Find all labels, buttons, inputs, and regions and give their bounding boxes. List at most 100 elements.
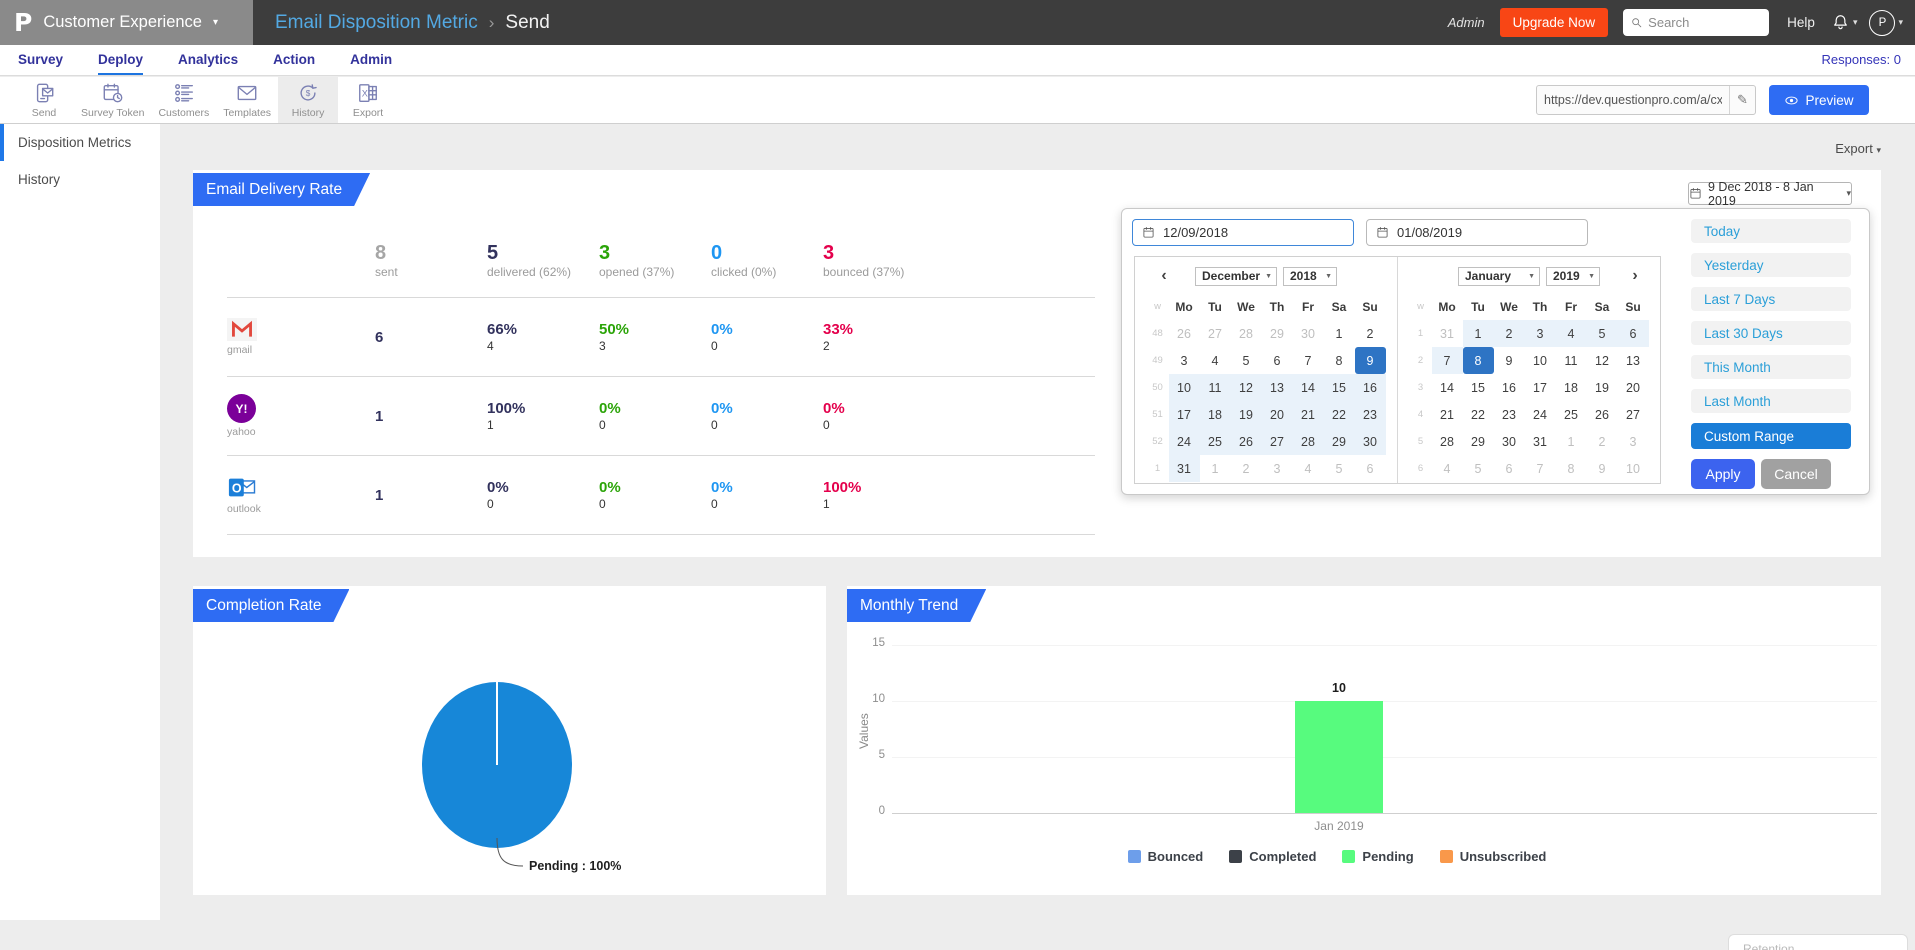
apply-button[interactable]: Apply xyxy=(1691,459,1755,489)
calendar-day[interactable]: 8 xyxy=(1463,347,1494,374)
upgrade-now-button[interactable]: Upgrade Now xyxy=(1500,8,1609,37)
calendar-day[interactable]: 4 xyxy=(1293,455,1324,482)
cancel-button[interactable]: Cancel xyxy=(1761,459,1831,489)
month-select[interactable]: December▼ xyxy=(1195,267,1277,286)
toolbar-item-history[interactable]: $History xyxy=(278,77,338,123)
calendar-day[interactable]: 31 xyxy=(1169,455,1200,482)
export-dropdown[interactable]: Export ▾ xyxy=(1835,141,1881,156)
preset-last-month[interactable]: Last Month xyxy=(1691,389,1851,413)
calendar-day[interactable]: 12 xyxy=(1587,347,1618,374)
bar-pending[interactable] xyxy=(1295,701,1383,813)
calendar-day[interactable]: 26 xyxy=(1169,320,1200,347)
calendar-day[interactable]: 10 xyxy=(1618,455,1649,482)
calendar-day[interactable]: 27 xyxy=(1200,320,1231,347)
calendar-day[interactable]: 2 xyxy=(1231,455,1262,482)
calendar-day[interactable]: 22 xyxy=(1324,401,1355,428)
calendar-day[interactable]: 16 xyxy=(1355,374,1386,401)
nav-tab-analytics[interactable]: Analytics xyxy=(178,45,238,75)
calendar-day[interactable]: 3 xyxy=(1525,320,1556,347)
calendar-day[interactable]: 3 xyxy=(1618,428,1649,455)
calendar-day[interactable]: 24 xyxy=(1169,428,1200,455)
calendar-day[interactable]: 19 xyxy=(1587,374,1618,401)
calendar-day[interactable]: 31 xyxy=(1525,428,1556,455)
calendar-day[interactable]: 27 xyxy=(1618,401,1649,428)
legend-item-bounced[interactable]: Bounced xyxy=(1128,849,1204,864)
month-select[interactable]: January▼ xyxy=(1458,267,1540,286)
admin-label[interactable]: Admin xyxy=(1448,15,1485,30)
calendar-day[interactable]: 30 xyxy=(1355,428,1386,455)
calendar-day[interactable]: 10 xyxy=(1169,374,1200,401)
calendar-day[interactable]: 25 xyxy=(1556,401,1587,428)
toolbar-item-survey-token[interactable]: Survey Token xyxy=(74,77,151,123)
help-link[interactable]: Help xyxy=(1787,15,1815,30)
survey-url-field[interactable]: ✎ xyxy=(1536,85,1756,115)
calendar-day[interactable]: 11 xyxy=(1200,374,1231,401)
calendar-day[interactable]: 28 xyxy=(1293,428,1324,455)
calendar-day[interactable]: 28 xyxy=(1432,428,1463,455)
calendar-day[interactable]: 23 xyxy=(1355,401,1386,428)
calendar-day[interactable]: 22 xyxy=(1463,401,1494,428)
toolbar-item-export[interactable]: XExport xyxy=(338,77,398,123)
calendar-day[interactable]: 12 xyxy=(1231,374,1262,401)
calendar-day[interactable]: 28 xyxy=(1231,320,1262,347)
calendar-day[interactable]: 5 xyxy=(1463,455,1494,482)
search-input[interactable] xyxy=(1648,15,1762,30)
calendar-day[interactable]: 5 xyxy=(1324,455,1355,482)
legend-item-completed[interactable]: Completed xyxy=(1229,849,1316,864)
calendar-day[interactable]: 26 xyxy=(1231,428,1262,455)
calendar-day[interactable]: 8 xyxy=(1556,455,1587,482)
calendar-day[interactable]: 29 xyxy=(1463,428,1494,455)
calendar-day[interactable]: 6 xyxy=(1618,320,1649,347)
calendar-day[interactable]: 8 xyxy=(1324,347,1355,374)
start-date-input[interactable] xyxy=(1163,225,1344,240)
calendar-day[interactable]: 29 xyxy=(1262,320,1293,347)
end-date-input[interactable] xyxy=(1397,225,1578,240)
calendar-day[interactable]: 20 xyxy=(1262,401,1293,428)
preset-yesterday[interactable]: Yesterday xyxy=(1691,253,1851,277)
calendar-day[interactable]: 15 xyxy=(1324,374,1355,401)
sidebar-item-history[interactable]: History xyxy=(0,161,160,198)
calendar-day[interactable]: 10 xyxy=(1525,347,1556,374)
workspace-switcher[interactable]: P Customer Experience ▾ xyxy=(0,0,253,45)
calendar-day[interactable]: 3 xyxy=(1262,455,1293,482)
calendar-day[interactable]: 18 xyxy=(1200,401,1231,428)
calendar-day[interactable]: 4 xyxy=(1556,320,1587,347)
calendar-day[interactable]: 5 xyxy=(1231,347,1262,374)
calendar-day[interactable]: 1 xyxy=(1324,320,1355,347)
calendar-day[interactable]: 17 xyxy=(1525,374,1556,401)
calendar-day[interactable]: 14 xyxy=(1293,374,1324,401)
preset-this-month[interactable]: This Month xyxy=(1691,355,1851,379)
calendar-day[interactable]: 7 xyxy=(1293,347,1324,374)
year-select[interactable]: 2018▼ xyxy=(1283,267,1337,286)
start-date-field[interactable] xyxy=(1132,219,1354,246)
nav-tab-deploy[interactable]: Deploy xyxy=(98,45,143,75)
calendar-day[interactable]: 3 xyxy=(1169,347,1200,374)
calendar-day[interactable]: 1 xyxy=(1556,428,1587,455)
calendar-day[interactable]: 17 xyxy=(1169,401,1200,428)
calendar-day[interactable]: 9 xyxy=(1355,347,1386,374)
calendar-day[interactable]: 13 xyxy=(1618,347,1649,374)
sidebar-item-disposition-metrics[interactable]: Disposition Metrics xyxy=(0,124,160,161)
calendar-day[interactable]: 6 xyxy=(1494,455,1525,482)
calendar-day[interactable]: 14 xyxy=(1432,374,1463,401)
calendar-day[interactable]: 1 xyxy=(1463,320,1494,347)
preset-custom-range[interactable]: Custom Range xyxy=(1691,423,1851,449)
calendar-day[interactable]: 19 xyxy=(1231,401,1262,428)
prev-month-button[interactable]: ‹ xyxy=(1155,267,1173,285)
calendar-day[interactable]: 23 xyxy=(1494,401,1525,428)
legend-item-pending[interactable]: Pending xyxy=(1342,849,1413,864)
calendar-day[interactable]: 2 xyxy=(1587,428,1618,455)
calendar-day[interactable]: 7 xyxy=(1432,347,1463,374)
calendar-day[interactable]: 1 xyxy=(1200,455,1231,482)
calendar-day[interactable]: 30 xyxy=(1293,320,1324,347)
calendar-day[interactable]: 6 xyxy=(1355,455,1386,482)
preset-today[interactable]: Today xyxy=(1691,219,1851,243)
calendar-day[interactable]: 21 xyxy=(1432,401,1463,428)
search-box[interactable] xyxy=(1623,9,1769,36)
preset-last-30-days[interactable]: Last 30 Days xyxy=(1691,321,1851,345)
calendar-day[interactable]: 26 xyxy=(1587,401,1618,428)
calendar-day[interactable]: 7 xyxy=(1525,455,1556,482)
toolbar-item-customers[interactable]: Customers xyxy=(151,77,216,123)
calendar-day[interactable]: 30 xyxy=(1494,428,1525,455)
edit-url-pencil-icon[interactable]: ✎ xyxy=(1729,86,1755,114)
